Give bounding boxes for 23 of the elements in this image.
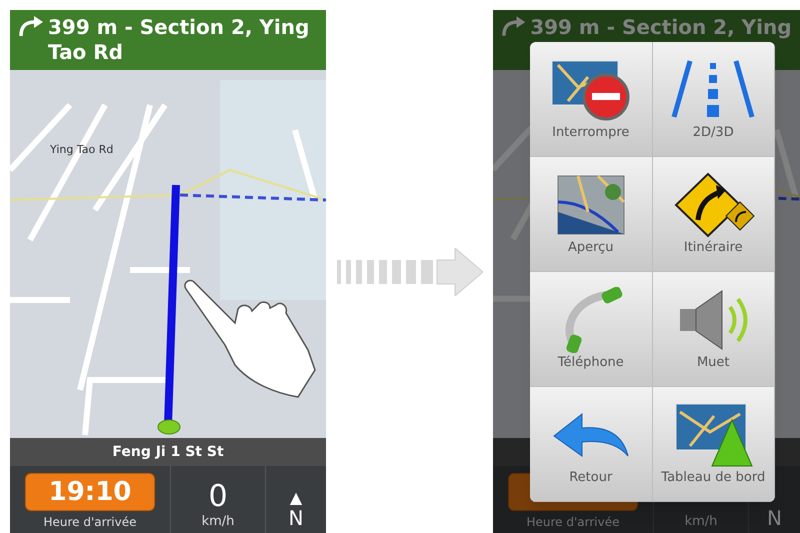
menu-item[interactable]: Aperçu	[530, 157, 652, 272]
menu-item[interactable]: Interrompre	[530, 42, 652, 157]
arrival-label: Heure d'arrivée	[526, 514, 620, 531]
current-street-name: Feng Ji 1 St St	[112, 442, 224, 462]
compass-heading: N	[288, 506, 304, 531]
map-street-label: Ying Tao Rd	[50, 142, 114, 158]
menu-item[interactable]: 2D/3D	[652, 42, 775, 157]
instruction-text: 399 m - Section 2, Ying	[530, 15, 792, 40]
compass-arrow: ▲	[290, 490, 302, 506]
menu-item[interactable]: Tableau de bord	[652, 387, 775, 502]
compass-heading: N	[767, 506, 782, 531]
instruction-text: 399 m - Section 2, Ying Tao Rd	[48, 15, 310, 65]
menu-item[interactable]: Itinéraire	[652, 157, 775, 272]
menu-item[interactable]: Téléphone	[530, 272, 652, 387]
speed-unit: km/h	[684, 512, 718, 530]
turn-right-icon	[501, 15, 526, 37]
speed-value: 0	[208, 482, 228, 512]
menu-item[interactable]: Retour	[530, 387, 652, 502]
speed-unit: km/h	[202, 512, 234, 530]
turn-right-icon	[18, 15, 44, 37]
arrival-label: Heure d'arrivée	[43, 514, 136, 531]
menu-item[interactable]: Muet	[652, 272, 775, 387]
arrival-time: 19:10	[48, 479, 132, 505]
